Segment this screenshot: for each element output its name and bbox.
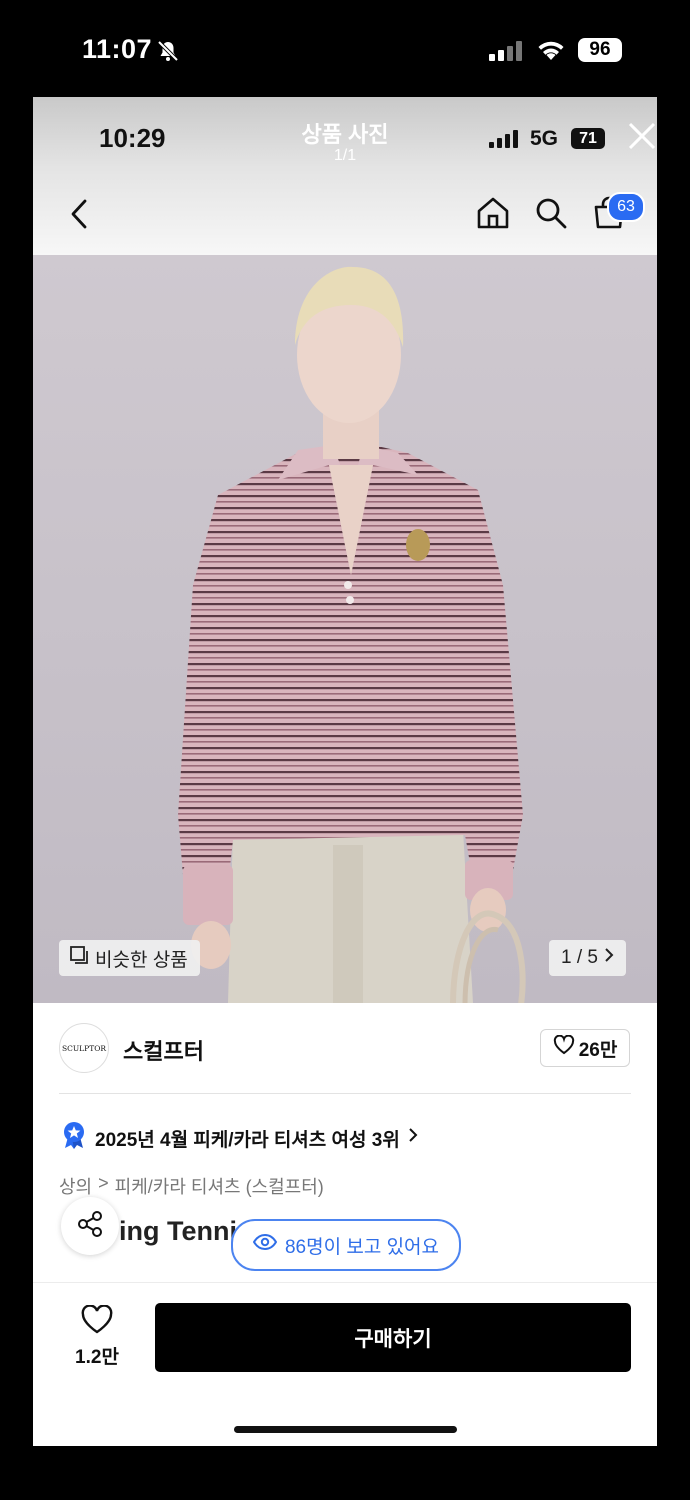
network-label: 5G (530, 127, 559, 150)
brand-logo-text: SCULPTOR (61, 1043, 107, 1053)
chevron-right-icon (408, 1127, 418, 1149)
live-viewers-badge: 86명이 보고 있어요 (231, 1219, 461, 1271)
wishlist-count: 1.2만 (75, 1347, 119, 1368)
breadcrumb-separator: > (98, 1173, 109, 1193)
similar-products-icon (69, 945, 89, 971)
viewer-title: 상품 사진 (301, 122, 389, 147)
inner-battery-indicator: 71 (571, 128, 605, 149)
ranking-text: 2025년 4월 피케/카라 티셔츠 여성 3위 (95, 1129, 400, 1151)
share-icon (75, 1209, 105, 1244)
eye-icon (252, 1233, 278, 1256)
wishlist-button[interactable]: 1.2만 (69, 1304, 125, 1369)
ranking-badge-icon (61, 1121, 87, 1155)
brand-name[interactable]: 스컬프터 (123, 1034, 204, 1066)
product-name: ing Tenni (119, 1216, 237, 1246)
battery-indicator: 96 (578, 38, 622, 62)
similar-products-button[interactable]: 비슷한 상품 (59, 940, 200, 976)
divider (59, 1093, 631, 1094)
heart-icon (80, 1304, 114, 1339)
home-icon[interactable] (475, 195, 511, 236)
brand-like-button[interactable]: 26만 (540, 1029, 630, 1067)
cellular-signal-icon (489, 41, 525, 66)
heart-icon (553, 1034, 575, 1061)
chevron-right-icon (604, 947, 614, 969)
brand-logo[interactable]: SCULPTOR (59, 1023, 109, 1073)
outer-status-time: 11:07 (82, 34, 153, 64)
app-screen: 10:29 상품 사진 1/1 5G 71 63 비슷한 상품 1 / 5 SC… (33, 97, 657, 1446)
search-icon[interactable] (533, 195, 569, 236)
wifi-icon (535, 38, 567, 67)
product-photo[interactable] (33, 255, 657, 1003)
similar-products-label: 비슷한 상품 (95, 949, 188, 971)
photo-page-label: 1 / 5 (561, 947, 598, 968)
buy-button[interactable]: 구매하기 (155, 1303, 631, 1372)
silent-bell-icon (156, 39, 180, 68)
photo-page-indicator[interactable]: 1 / 5 (549, 940, 626, 976)
breadcrumb-level1[interactable]: 상의 (59, 1173, 92, 1199)
category-breadcrumb: 상의 > 피케/카라 티셔츠 (스컬프터) (59, 1173, 324, 1199)
inner-signal-icon (489, 130, 523, 153)
breadcrumb-level2[interactable]: 피케/카라 티셔츠 (스컬프터) (115, 1173, 324, 1199)
share-button[interactable] (61, 1197, 119, 1255)
close-viewer-icon[interactable] (627, 121, 657, 156)
brand-like-count: 26만 (578, 1039, 618, 1061)
cart-count-badge: 63 (607, 192, 645, 222)
ranking-row[interactable]: 2025년 4월 피케/카라 티셔츠 여성 3위 (61, 1121, 418, 1155)
live-viewers-text: 86명이 보고 있어요 (284, 1236, 440, 1258)
viewer-counter: 1/1 (333, 147, 357, 164)
home-indicator[interactable] (234, 1426, 457, 1433)
back-arrow-icon[interactable] (67, 197, 93, 236)
